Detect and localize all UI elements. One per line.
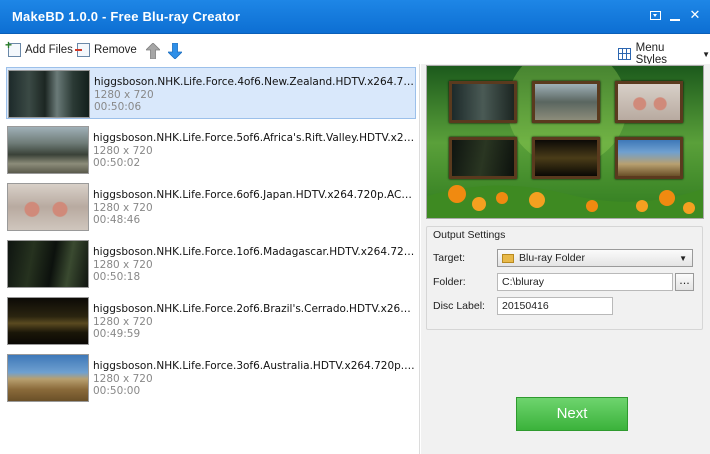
add-files-button[interactable]: Add Files (5, 38, 73, 58)
file-duration: 00:48:46 (93, 214, 141, 226)
target-select[interactable]: Blu-ray Folder ▼ (497, 249, 693, 267)
video-thumbnail (7, 297, 89, 345)
arrow-down-icon (168, 43, 182, 59)
file-list-item[interactable]: higgsboson.NHK.Life.Force.1of6.Madagasca… (6, 238, 416, 290)
minimize-button[interactable] (668, 9, 682, 23)
window-title: MakeBD 1.0.0 - Free Blu-ray Creator (12, 9, 241, 24)
chevron-down-icon: ▼ (702, 49, 710, 59)
target-value: Blu-ray Folder (519, 252, 585, 264)
file-resolution: 1280 x 720 (93, 316, 153, 328)
preview-thumbnail (449, 137, 517, 179)
toolbar: Add Files Remove Menu Styles ▼ (0, 34, 710, 66)
move-down-button[interactable] (168, 43, 182, 59)
add-files-label: Add Files (25, 43, 73, 56)
folder-icon (502, 253, 514, 263)
output-settings-group: Output Settings Target: Blu-ray Folder ▼… (426, 226, 703, 330)
menu-styles-button[interactable]: Menu Styles ▼ (618, 42, 710, 66)
minimize-icon (670, 19, 680, 21)
file-list-item[interactable]: higgsboson.NHK.Life.Force.3of6.Australia… (6, 352, 416, 404)
file-name: higgsboson.NHK.Life.Force.5of6.Africa's.… (93, 132, 415, 144)
file-duration: 00:50:18 (93, 271, 141, 283)
next-button[interactable]: Next (516, 397, 628, 431)
file-duration: 00:50:02 (93, 157, 141, 169)
file-name: higgsboson.NHK.Life.Force.4of6.New.Zeala… (94, 76, 416, 88)
folder-input[interactable]: C:\bluray (497, 273, 673, 291)
add-file-icon (5, 38, 21, 57)
preview-thumbnail (532, 81, 600, 123)
close-icon: ✕ (689, 8, 701, 23)
video-thumbnail (8, 70, 90, 118)
chevron-down-icon: ▼ (679, 254, 687, 263)
file-name: higgsboson.NHK.Life.Force.3of6.Australia… (93, 360, 415, 372)
file-name: higgsboson.NHK.Life.Force.6of6.Japan.HDT… (93, 189, 415, 201)
menu-preview (426, 65, 704, 219)
file-resolution: 1280 x 720 (93, 145, 153, 157)
video-thumbnail (7, 183, 89, 231)
file-resolution: 1280 x 720 (93, 202, 153, 214)
file-list-item[interactable]: higgsboson.NHK.Life.Force.2of6.Brazil's.… (6, 295, 416, 347)
file-list-item[interactable]: higgsboson.NHK.Life.Force.6of6.Japan.HDT… (6, 181, 416, 233)
disc-label-label: Disc Label: (433, 300, 485, 312)
preview-thumbnail (449, 81, 517, 123)
video-thumbnail (7, 240, 89, 288)
grid-icon (618, 48, 631, 60)
arrow-up-icon (146, 43, 160, 59)
output-settings-legend: Output Settings (433, 229, 506, 241)
move-up-button[interactable] (146, 43, 160, 59)
file-name: higgsboson.NHK.Life.Force.2of6.Brazil's.… (93, 303, 415, 315)
file-resolution: 1280 x 720 (93, 259, 153, 271)
disc-label-input[interactable]: 20150416 (497, 297, 613, 315)
file-name: higgsboson.NHK.Life.Force.1of6.Madagasca… (93, 246, 415, 258)
title-bar: MakeBD 1.0.0 - Free Blu-ray Creator ✕ (0, 0, 710, 34)
right-panel: Output Settings Target: Blu-ray Folder ▼… (421, 64, 710, 454)
menu-icon (650, 11, 661, 20)
file-list-item[interactable]: higgsboson.NHK.Life.Force.4of6.New.Zeala… (6, 67, 416, 119)
video-thumbnail (7, 354, 89, 402)
target-label: Target: (433, 252, 466, 264)
file-resolution: 1280 x 720 (94, 89, 154, 101)
file-duration: 00:50:00 (93, 385, 141, 397)
preview-thumbnail (532, 137, 600, 179)
file-resolution: 1280 x 720 (93, 373, 153, 385)
preview-thumbnail (615, 137, 683, 179)
remove-file-icon (75, 42, 90, 57)
file-duration: 00:50:06 (94, 101, 142, 113)
remove-button[interactable]: Remove (75, 41, 137, 58)
file-duration: 00:49:59 (93, 328, 141, 340)
browse-button[interactable]: ... (675, 273, 694, 291)
window-menu-button[interactable] (649, 9, 663, 23)
file-list: higgsboson.NHK.Life.Force.4of6.New.Zeala… (0, 64, 420, 454)
file-list-item[interactable]: higgsboson.NHK.Life.Force.5of6.Africa's.… (6, 124, 416, 176)
menu-styles-label: Menu Styles (635, 42, 667, 66)
preview-thumbnail (615, 81, 683, 123)
video-thumbnail (7, 126, 89, 174)
remove-label: Remove (94, 43, 137, 56)
close-button[interactable]: ✕ (688, 9, 702, 23)
folder-label: Folder: (433, 276, 466, 288)
